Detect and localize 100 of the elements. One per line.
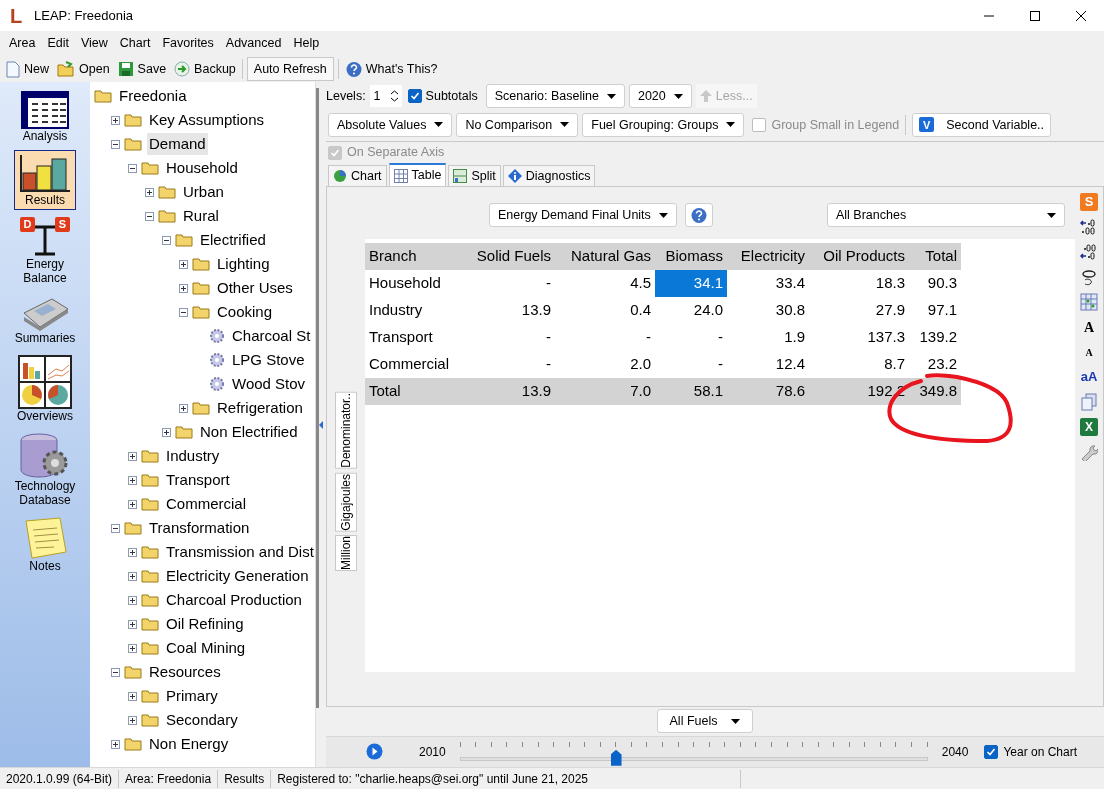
- vertical-tab[interactable]: Million: [335, 535, 357, 572]
- levels-spinner[interactable]: 1: [369, 85, 402, 108]
- dropdown[interactable]: Scenario: Baseline: [485, 84, 625, 109]
- expander-icon[interactable]: [145, 211, 154, 221]
- vertical-tab[interactable]: Gigajoules: [335, 472, 357, 532]
- sidebar-item[interactable]: Summaries: [14, 292, 76, 348]
- expander-icon[interactable]: [128, 619, 137, 629]
- expander-icon[interactable]: [128, 475, 137, 485]
- tree-item[interactable]: Cooking: [215, 300, 275, 324]
- tree-item[interactable]: Household: [164, 156, 240, 180]
- expander-icon[interactable]: [111, 523, 120, 533]
- help-button[interactable]: [684, 203, 713, 228]
- view-tab[interactable]: Split: [448, 165, 501, 187]
- sidebar-item[interactable]: Notes: [14, 514, 76, 576]
- tree-item[interactable]: Demand: [147, 132, 208, 156]
- expander-icon[interactable]: [128, 451, 137, 461]
- sidebar-item[interactable]: Overviews: [14, 352, 76, 426]
- sidebar-item[interactable]: Results: [14, 150, 76, 210]
- expander-icon[interactable]: [145, 187, 154, 197]
- tree-item[interactable]: Commercial: [164, 492, 248, 516]
- tree-item[interactable]: Transport: [164, 468, 232, 492]
- expander-icon[interactable]: [179, 307, 188, 317]
- menu-item[interactable]: Area: [3, 34, 42, 53]
- checkbox[interactable]: [407, 89, 422, 104]
- tree-item[interactable]: Other Uses: [215, 276, 295, 300]
- second-variable-button[interactable]: V Second Variable..: [912, 112, 1052, 137]
- tree-item[interactable]: LPG Stove: [230, 348, 307, 372]
- tree-item[interactable]: Non Electrified: [198, 420, 300, 444]
- decimal-increase-icon[interactable]: [1080, 218, 1098, 237]
- expander-icon[interactable]: [128, 715, 137, 725]
- expander-icon[interactable]: [128, 547, 137, 557]
- menu-item[interactable]: Favorites: [156, 34, 220, 53]
- dropdown[interactable]: 2020: [628, 84, 692, 109]
- toolbar-button[interactable]: New: [4, 57, 51, 81]
- tree-item[interactable]: Charcoal St: [230, 324, 313, 348]
- tree-item[interactable]: Key Assumptions: [147, 108, 267, 132]
- tree-item[interactable]: Electricity Generation: [164, 564, 311, 588]
- wrench-icon[interactable]: [1080, 443, 1098, 462]
- expander-icon[interactable]: [179, 283, 188, 293]
- dropdown[interactable]: No Comparison: [456, 112, 579, 137]
- expander-icon[interactable]: [162, 235, 171, 245]
- font-icon[interactable]: aA: [1080, 368, 1098, 387]
- tree-item[interactable]: Oil Refining: [164, 612, 246, 636]
- tree-item[interactable]: Primary: [164, 684, 220, 708]
- expander-icon[interactable]: [128, 499, 137, 509]
- tree-item[interactable]: Electrified: [198, 228, 268, 252]
- dropdown[interactable]: All Fuels: [657, 709, 753, 734]
- dropdown[interactable]: Energy Demand Final Units: [489, 203, 677, 228]
- play-button[interactable]: [366, 743, 383, 761]
- menu-item[interactable]: Help: [287, 34, 326, 53]
- expander-icon[interactable]: [128, 571, 137, 581]
- menu-item[interactable]: Chart: [113, 34, 157, 53]
- copy-icon[interactable]: [1080, 393, 1098, 412]
- spreadsheet-icon[interactable]: X: [1080, 418, 1098, 437]
- scrollbar[interactable]: [315, 88, 319, 708]
- tree-item[interactable]: Resources: [147, 660, 223, 684]
- tree-item[interactable]: Wood Stov: [230, 372, 308, 396]
- grid-icon[interactable]: [1080, 293, 1098, 312]
- tree-item[interactable]: Transmission and Dist: [164, 540, 316, 564]
- tree-item[interactable]: Industry: [164, 444, 222, 468]
- expander-icon[interactable]: [128, 163, 137, 173]
- auto-refresh-button[interactable]: Auto Refresh: [246, 57, 334, 81]
- sidebar-item[interactable]: Technology Database: [14, 430, 76, 510]
- expander-icon[interactable]: [111, 139, 120, 149]
- tree-item[interactable]: Transformation: [147, 516, 252, 540]
- expander-icon[interactable]: [179, 403, 188, 413]
- menu-item[interactable]: Advanced: [219, 34, 288, 53]
- menu-item[interactable]: Edit: [41, 34, 75, 53]
- expander-icon[interactable]: [179, 259, 188, 269]
- font-decrease-icon[interactable]: A: [1080, 343, 1098, 362]
- expander-icon[interactable]: [128, 595, 137, 605]
- menu-item[interactable]: View: [74, 34, 114, 53]
- collapse-arrow-icon[interactable]: [319, 420, 323, 429]
- tree-item[interactable]: Charcoal Production: [164, 588, 304, 612]
- expander-icon[interactable]: [128, 643, 137, 653]
- dropdown[interactable]: Absolute Values: [328, 112, 453, 137]
- view-tab[interactable]: Diagnostics: [502, 165, 596, 187]
- tree-item[interactable]: Rural: [181, 204, 221, 228]
- tree-item[interactable]: Coal Mining: [164, 636, 248, 660]
- checkbox[interactable]: [984, 744, 999, 759]
- toolbar-button[interactable]: Save: [115, 57, 169, 81]
- dropdown[interactable]: All Branches: [827, 203, 1065, 228]
- toolbar-button[interactable]: Backup: [172, 57, 238, 81]
- slider-thumb[interactable]: [610, 749, 622, 766]
- dropdown[interactable]: Fuel Grouping: Groups: [582, 112, 745, 137]
- tree-item[interactable]: Urban: [181, 180, 226, 204]
- toolbar-button[interactable]: What's This?: [342, 57, 440, 81]
- sidebar-item[interactable]: Analysis: [14, 88, 76, 146]
- toolbar-button[interactable]: Open: [55, 57, 112, 81]
- expander-icon[interactable]: [111, 667, 120, 677]
- expander-icon[interactable]: [162, 427, 171, 437]
- tree-item[interactable]: Secondary: [164, 708, 240, 732]
- sidebar-item[interactable]: D S Energy Balance: [14, 214, 76, 288]
- expander-icon[interactable]: [111, 115, 120, 125]
- vertical-tab[interactable]: Denominator..: [335, 391, 357, 469]
- tree-item[interactable]: Non Energy: [147, 732, 231, 756]
- view-tab[interactable]: Table: [388, 163, 447, 187]
- tree-item[interactable]: Lighting: [215, 252, 272, 276]
- font-increase-icon[interactable]: A: [1080, 318, 1098, 337]
- view-tab[interactable]: Chart: [328, 165, 387, 187]
